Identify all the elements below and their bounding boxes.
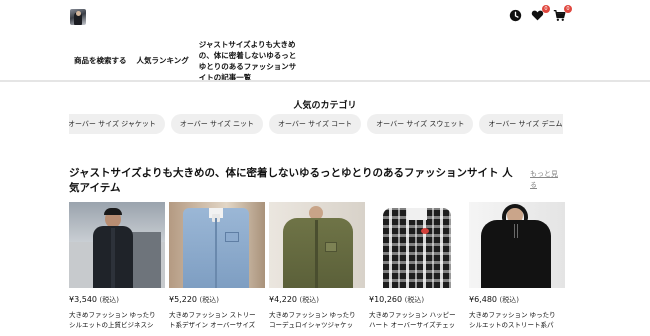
product-card[interactable]: ¥5,220 (税込) 大きめファッション ストリート系デザイン オーバーサイズ… bbox=[169, 202, 265, 330]
product-description[interactable]: 大きめファッション ゆったりシルエットのストリート系パーカー bbox=[469, 310, 559, 330]
product-image[interactable] bbox=[69, 202, 165, 288]
category-chip[interactable]: オーバー サイズ コート bbox=[269, 114, 362, 134]
product-image[interactable] bbox=[269, 202, 365, 288]
logo-face bbox=[75, 11, 81, 16]
product-card[interactable]: ¥4,220 (税込) 大きめファッション ゆったりコーデュロイシャツジャケット bbox=[269, 202, 365, 330]
header-icons: 0 0 bbox=[509, 5, 572, 22]
product-image[interactable] bbox=[169, 202, 265, 288]
history-icon[interactable] bbox=[509, 9, 522, 22]
category-chip[interactable]: オーバー サイズ ジャケット bbox=[69, 114, 165, 134]
product-price: ¥4,220 (税込) bbox=[269, 295, 320, 304]
category-chip[interactable]: オーバー サイズ スウェット bbox=[367, 114, 474, 134]
see-more-link[interactable]: もっと見る bbox=[530, 169, 560, 191]
favorites-badge: 0 bbox=[542, 5, 550, 13]
main-nav: 商品を検索する 人気ランキング ジャストサイズよりも大きめの、体に密着しないゆる… bbox=[74, 38, 309, 83]
product-price: ¥5,220 (税込) bbox=[169, 295, 220, 304]
categories-title: 人気のカテゴリ bbox=[293, 101, 357, 111]
nav-ranking[interactable]: 人気ランキング bbox=[137, 55, 189, 66]
nav-search[interactable]: 商品を検索する bbox=[74, 55, 127, 66]
product-description[interactable]: 大きめファッション ゆったりコーデュロイシャツジャケット bbox=[269, 310, 359, 330]
category-chips[interactable]: オーバー サイズ ジャケット オーバー サイズ ニット オーバー サイズ コート… bbox=[69, 114, 563, 134]
product-description[interactable]: 大きめファッション ゆったりシルエットの上質ビジネスシャツ bbox=[69, 310, 159, 330]
product-price: ¥3,540 (税込) bbox=[69, 295, 120, 304]
product-card[interactable]: ¥3,540 (税込) 大きめファッション ゆったりシルエットの上質ビジネスシャ… bbox=[69, 202, 165, 330]
site-logo[interactable] bbox=[70, 9, 86, 25]
product-description[interactable]: 大きめファッション ハッピーハート オーバーサイズチェックシャツ bbox=[369, 310, 459, 330]
header-divider bbox=[0, 80, 650, 82]
heart-icon[interactable]: 0 bbox=[531, 5, 550, 22]
cart-icon[interactable]: 0 bbox=[553, 5, 572, 22]
product-card[interactable]: ¥6,480 (税込) 大きめファッション ゆったりシルエットのストリート系パー… bbox=[469, 202, 565, 330]
product-price: ¥6,480 (税込) bbox=[469, 295, 520, 304]
nav-articles[interactable]: ジャストサイズよりも大きめの、体に密着しないゆるっとゆとりのあるファッションサイ… bbox=[199, 39, 299, 83]
product-image[interactable] bbox=[469, 202, 565, 288]
category-chip[interactable]: オーバー サイズ ニット bbox=[170, 114, 263, 134]
product-image[interactable] bbox=[369, 202, 465, 288]
product-card[interactable]: ¥10,260 (税込) 大きめファッション ハッピーハート オーバーサイズチェ… bbox=[369, 202, 465, 330]
section-title: ジャストサイズよりも大きめの、体に密着しないゆるっとゆとりのあるファッションサイ… bbox=[69, 167, 513, 194]
cart-badge: 0 bbox=[564, 5, 572, 13]
product-list: ¥3,540 (税込) 大きめファッション ゆったりシルエットの上質ビジネスシャ… bbox=[69, 202, 565, 330]
category-chip[interactable]: オーバー サイズ デニム ジャケット bbox=[479, 114, 563, 134]
product-price: ¥10,260 (税込) bbox=[369, 295, 425, 304]
product-description[interactable]: 大きめファッション ストリート系デザイン オーバーサイズデニムシャツ bbox=[169, 310, 259, 330]
